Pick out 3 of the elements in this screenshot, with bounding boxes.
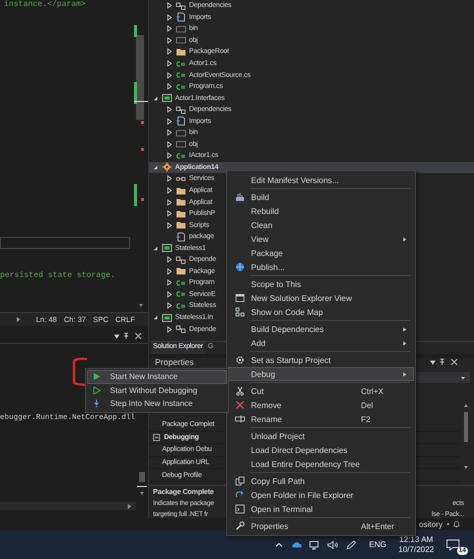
code-line: instance.</param> xyxy=(4,0,87,9)
panel-title: Properties xyxy=(155,358,194,367)
code-line: persisted state storage. xyxy=(0,271,116,280)
